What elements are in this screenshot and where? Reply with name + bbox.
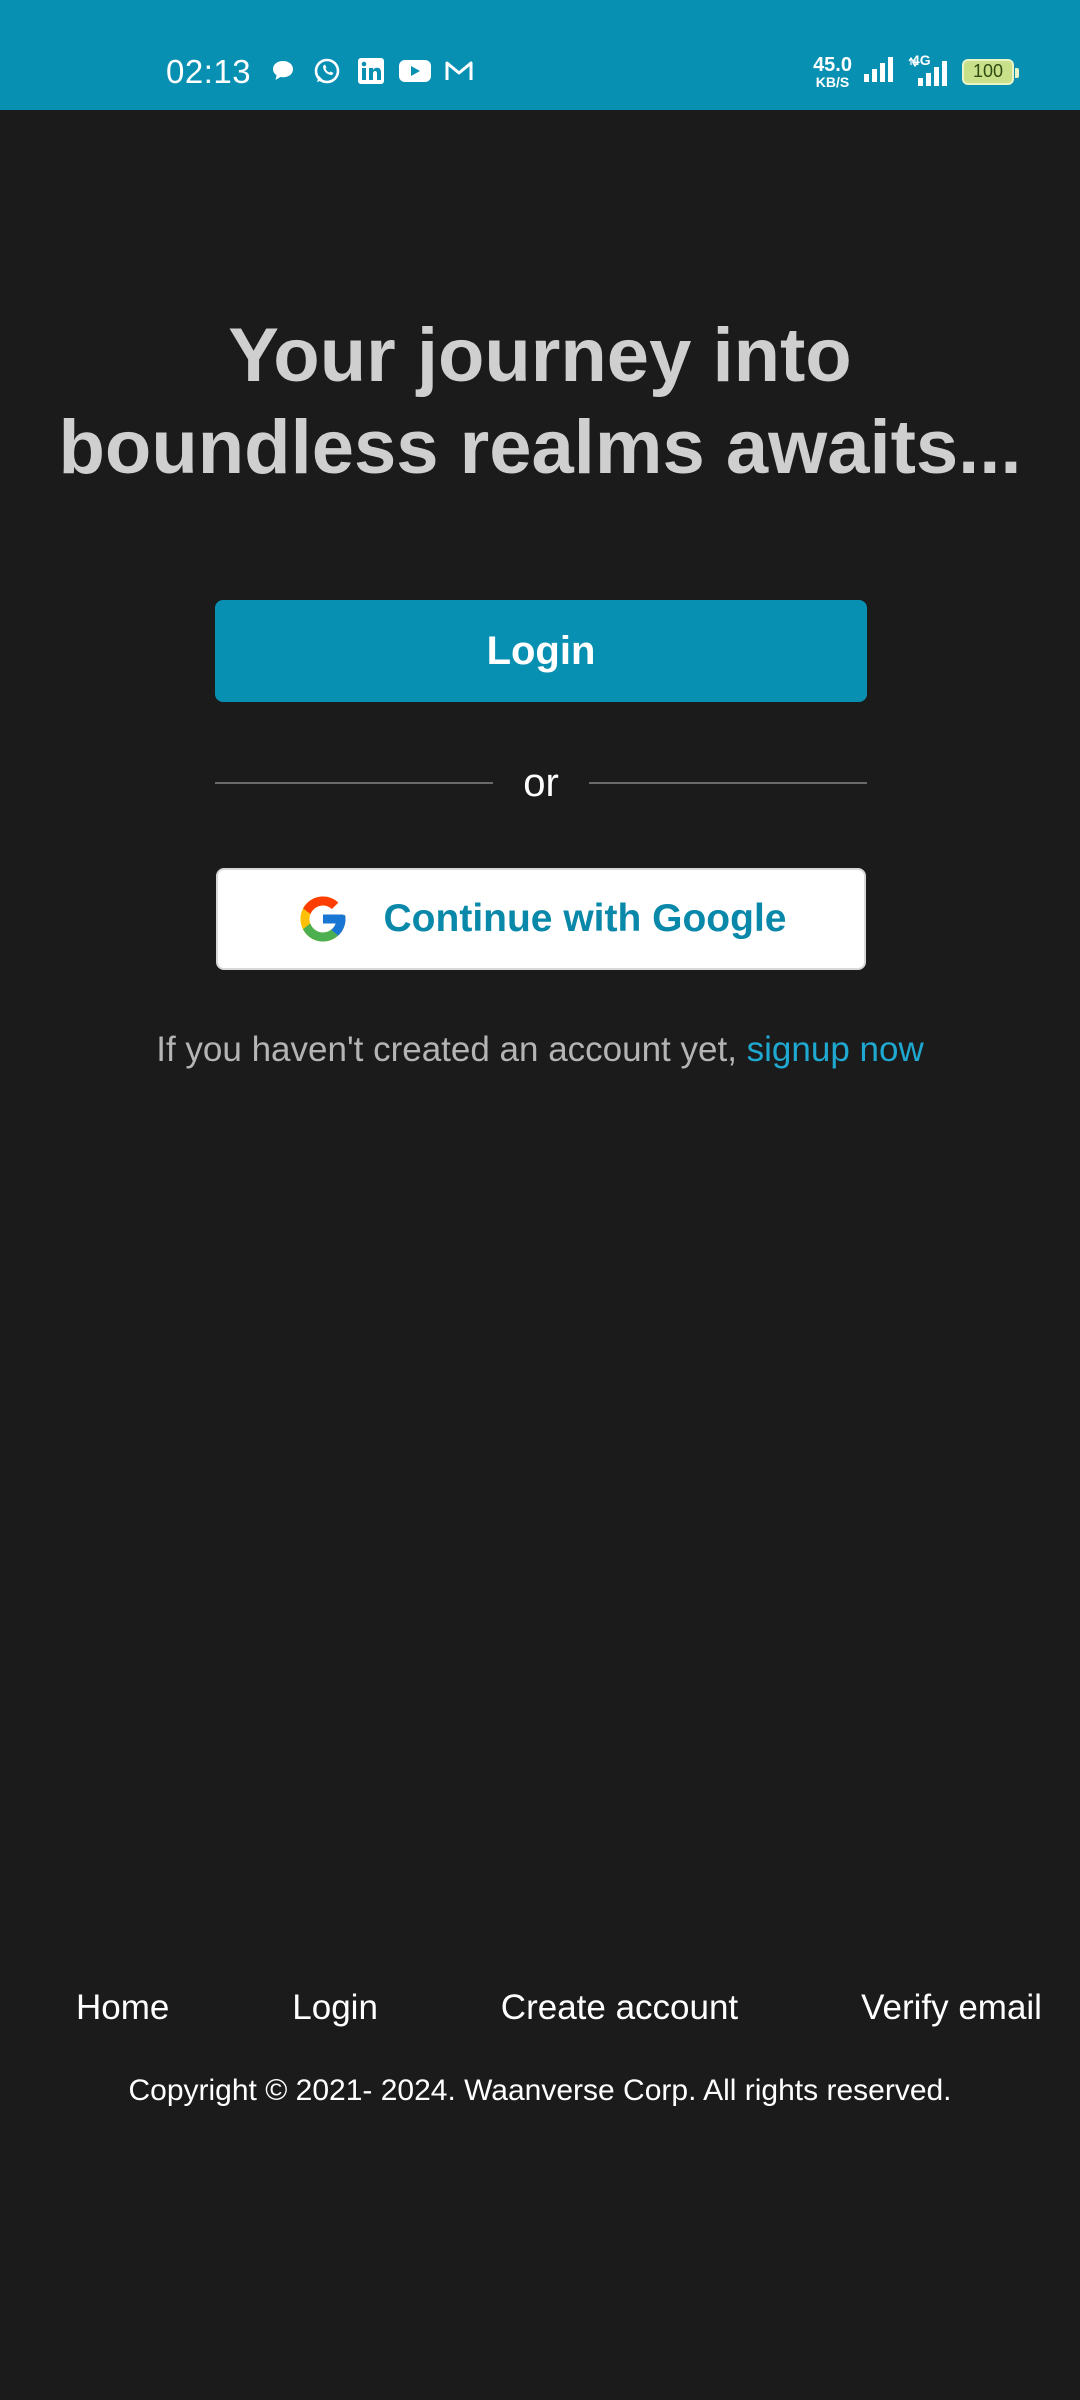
footer-link-home[interactable]: Home <box>76 1980 169 2036</box>
google-button-label: Continue with Google <box>383 897 787 940</box>
net-speed-value: 45.0 <box>813 53 852 76</box>
net-speed: 45.0 KB/S <box>813 55 852 89</box>
footer-link-login[interactable]: Login <box>292 1980 378 2036</box>
signup-prefix-text: If you haven't created an account yet, <box>156 1030 737 1069</box>
youtube-icon <box>398 54 432 88</box>
whatsapp-icon <box>310 54 344 88</box>
page-headline: Your journey into boundless realms await… <box>58 313 1022 490</box>
continue-with-google-button[interactable]: Continue with Google <box>216 868 866 970</box>
footer-link-create-account[interactable]: Create account <box>501 1980 738 2036</box>
chat-bubble-icon <box>266 54 300 88</box>
signup-prompt: If you haven't created an account yet, s… <box>0 1030 1080 1070</box>
net-speed-unit: KB/S <box>815 73 850 90</box>
signup-now-link[interactable]: signup now <box>747 1030 924 1069</box>
linkedin-icon <box>354 54 388 88</box>
copyright-text: Copyright © 2021- 2024. Waanverse Corp. … <box>128 2074 952 2107</box>
status-right: 45.0 KB/S 4G 100 <box>813 52 1019 89</box>
status-time: 02:13 <box>166 53 252 90</box>
google-logo-icon <box>296 892 350 946</box>
login-button[interactable]: Login <box>215 600 867 702</box>
or-label: or <box>523 761 559 805</box>
or-divider: or <box>215 755 868 811</box>
signal-4g-icon: 4G <box>908 52 952 88</box>
divider-line-left <box>215 782 494 784</box>
divider-line-right <box>588 782 868 784</box>
battery-icon: 100 <box>962 58 1019 85</box>
footer-nav: Home Login Create account Verify email <box>0 1980 1080 2036</box>
signal-icon <box>862 54 898 89</box>
status-bar: 02:13 45.0 KB/S 4G 100 <box>0 0 1080 110</box>
notification-icons <box>266 54 476 88</box>
footer-link-verify-email[interactable]: Verify email <box>861 1980 1042 2036</box>
gmail-icon <box>442 54 476 88</box>
